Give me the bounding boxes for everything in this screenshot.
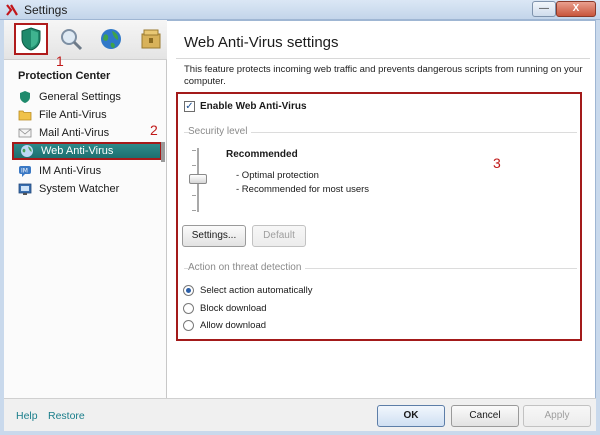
help-link[interactable]: Help (16, 410, 38, 422)
radio-label-block-download: Block download (200, 303, 267, 314)
radio-allow-download[interactable] (183, 320, 194, 331)
update-globe-icon (101, 29, 121, 49)
protection-shield-icon (21, 27, 41, 51)
sidebar-item-system-watcher[interactable]: System Watcher (12, 180, 162, 198)
nav-scan-tab[interactable] (54, 23, 88, 55)
sidebar-item-general-settings[interactable]: General Settings (12, 88, 162, 106)
radio-block-download[interactable] (183, 303, 194, 314)
close-button[interactable]: X (556, 1, 596, 17)
default-button[interactable]: Default (252, 225, 306, 247)
sidebar-item-label: File Anti-Virus (39, 109, 107, 121)
nav-storage-tab[interactable] (134, 23, 168, 55)
app-logo-icon (6, 4, 18, 16)
settings-button[interactable]: Settings... (182, 225, 246, 247)
sidebar-item-label: Mail Anti-Virus (39, 127, 110, 139)
sidebar-item-file-antivirus[interactable]: File Anti-Virus (12, 106, 162, 124)
security-level-detail-2: - Recommended for most users (236, 184, 370, 195)
radio-select-action-automatically[interactable] (183, 285, 194, 296)
sidebar-item-label: General Settings (39, 91, 121, 103)
annotation-2: 2 (150, 122, 158, 138)
page-description: This feature protects incoming web traff… (184, 64, 583, 87)
security-level-detail-1: - Optimal protection (236, 170, 319, 181)
envelope-icon (18, 128, 32, 138)
slider-tick (192, 150, 196, 151)
sidebar-item-label: Web Anti-Virus (41, 145, 114, 157)
security-level-slider-thumb[interactable] (189, 174, 207, 184)
annotation-1: 1 (56, 53, 64, 69)
sidebar-item-web-antivirus[interactable]: Web Anti-Virus (12, 142, 162, 160)
nav-update-tab[interactable] (94, 23, 128, 55)
slider-tick (192, 210, 196, 211)
radio-label-select-action: Select action automatically (200, 285, 313, 296)
storage-box-icon (141, 29, 161, 49)
minimize-button[interactable]: — (532, 1, 556, 17)
sidebar-section-title: Protection Center (18, 70, 111, 82)
sidebar-item-im-antivirus[interactable]: IM IM Anti-Virus (12, 162, 162, 180)
security-level-group-label: Security level (188, 126, 252, 137)
security-level-title: Recommended (226, 149, 298, 160)
scan-magnifier-icon (61, 29, 83, 51)
radio-label-allow-download: Allow download (200, 320, 267, 331)
shield-icon (20, 91, 30, 103)
sidebar-scroll-indicator (161, 142, 165, 162)
enable-web-antivirus-label: Enable Web Anti-Virus (200, 101, 307, 112)
slider-tick (192, 195, 196, 196)
cancel-button[interactable]: Cancel (451, 405, 519, 427)
restore-link[interactable]: Restore (48, 410, 85, 422)
monitor-icon (18, 183, 32, 195)
action-group-label: Action on threat detection (188, 262, 306, 273)
chat-icon: IM (19, 166, 31, 177)
sidebar-item-mail-antivirus[interactable]: Mail Anti-Virus (12, 124, 162, 142)
title-bar: Settings — X (0, 0, 600, 20)
ok-button[interactable]: OK (377, 405, 445, 427)
annotation-3: 3 (493, 155, 501, 171)
enable-web-antivirus-checkbox[interactable]: ✓ (184, 101, 195, 112)
page-title: Web Anti-Virus settings (184, 34, 339, 51)
apply-button[interactable]: Apply (523, 405, 591, 427)
svg-text:IM: IM (21, 168, 28, 175)
sidebar-item-label: IM Anti-Virus (39, 165, 102, 177)
nav-protection-tab[interactable] (14, 23, 48, 55)
slider-tick (192, 165, 196, 166)
globe-icon (21, 145, 33, 157)
window-title: Settings (24, 3, 68, 17)
folder-icon (18, 110, 32, 121)
title-divider (176, 58, 590, 59)
sidebar-item-label: System Watcher (39, 183, 120, 195)
